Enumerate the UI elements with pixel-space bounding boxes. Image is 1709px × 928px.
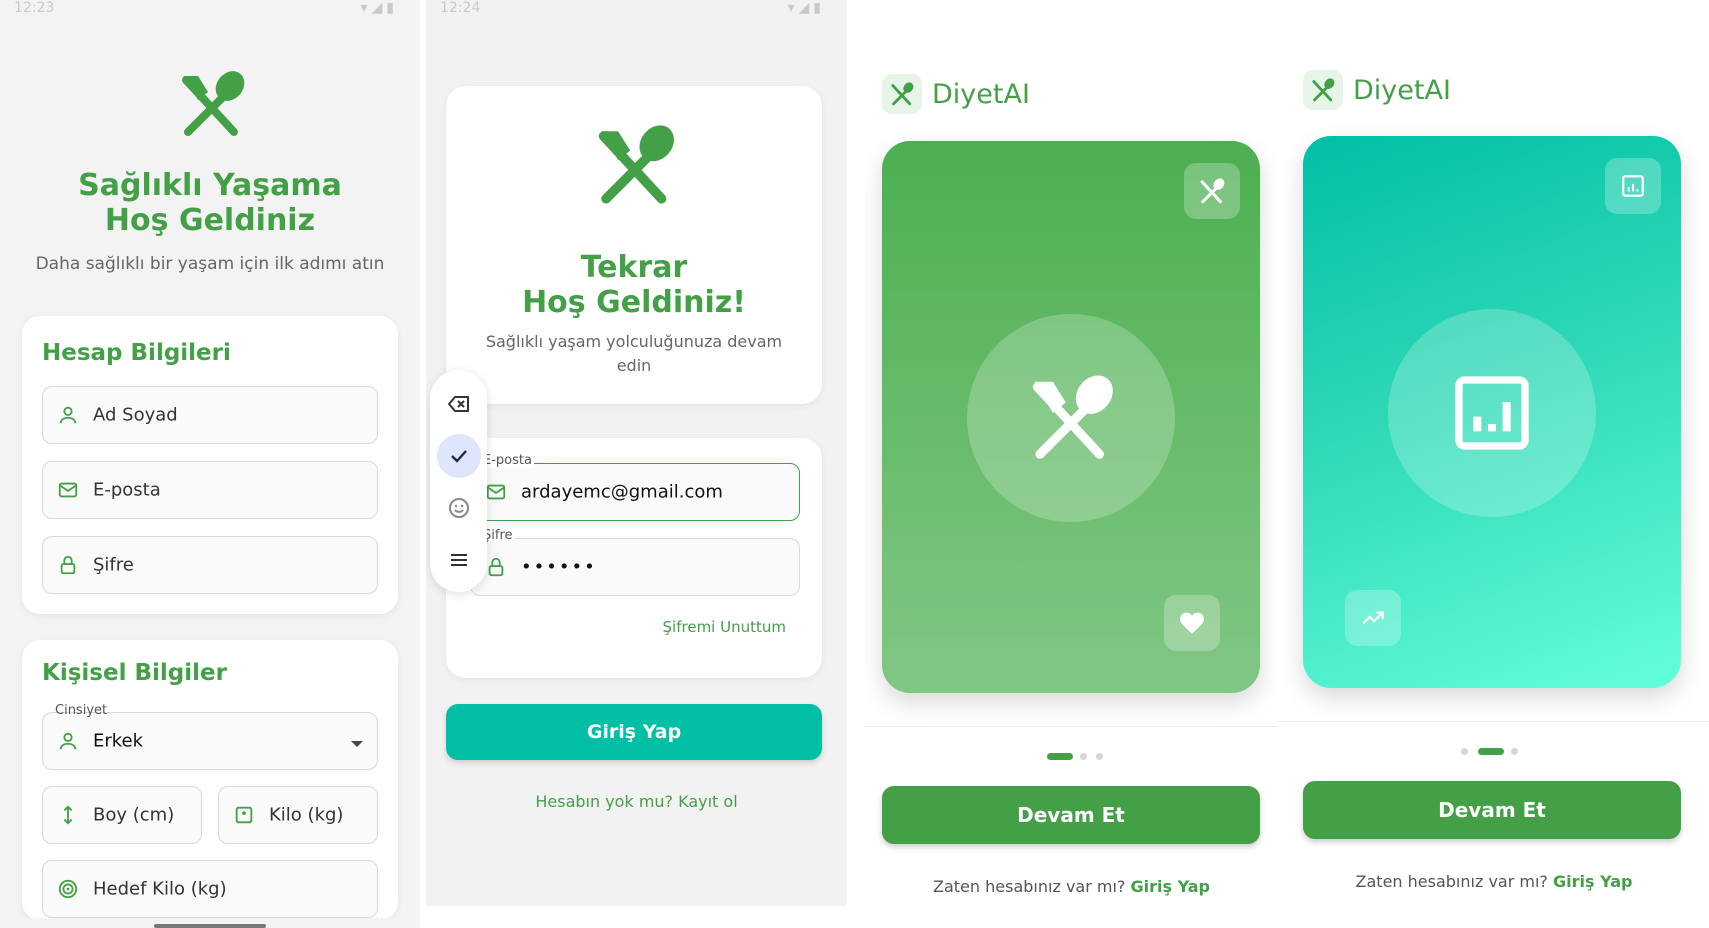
scale-icon: [235, 806, 253, 824]
target-weight-field-label: Hedef Kilo (kg): [93, 878, 227, 900]
brand-logo-badge: [882, 74, 922, 114]
status-bar: 12:24 ▾◢▮: [426, 0, 847, 20]
page-dot-2[interactable]: [1080, 753, 1087, 760]
onboarding-hero-card: [882, 141, 1260, 693]
status-icons: ▾◢▮: [360, 0, 398, 16]
continue-button[interactable]: Devam Et: [882, 786, 1260, 844]
chart-chip-icon: [1605, 158, 1661, 214]
trending-up-chip-icon: [1345, 590, 1401, 646]
personal-card-title: Kişisel Bilgiler: [42, 660, 227, 686]
onboarding-screen-1: DiyetAI Devam Et Zaten hesabınız var mı?…: [865, 0, 1278, 928]
page-indicator: [1047, 751, 1107, 761]
have-account-text: Zaten hesabınız var mı?: [1355, 872, 1548, 891]
register-link[interactable]: Hesabın yok mu? Kayıt ol: [426, 792, 847, 811]
login-screen: 12:24 ▾◢▮ Tekrar Hoş Geldiniz! Sağlıklı …: [426, 0, 847, 906]
person-icon: [59, 406, 77, 424]
forgot-password-link[interactable]: Şifremi Unuttum: [663, 618, 786, 636]
gender-select[interactable]: Cinsiyet Erkek: [42, 703, 378, 770]
mail-icon: [486, 484, 506, 500]
email-input[interactable]: E-posta ardayemc@gmail.com: [470, 453, 800, 521]
bar-chart-icon: [1455, 376, 1529, 450]
status-icons: ▾◢▮: [787, 0, 825, 16]
name-field-label: Ad Soyad: [93, 404, 178, 426]
login-subtitle-line1: Sağlıklı yaşam yolculuğunuza devam: [485, 332, 783, 351]
emoji-icon[interactable]: [437, 486, 481, 530]
height-arrows-icon: [63, 805, 73, 825]
lock-icon: [488, 557, 504, 577]
page-dot-2[interactable]: [1478, 748, 1504, 755]
section-divider: [1279, 721, 1709, 722]
register-screen: 12:23 ▾◢▮ Sağlıklı Yaşama Hoş Geldiniz D…: [0, 0, 420, 928]
person-icon: [59, 732, 77, 750]
check-icon[interactable]: [437, 434, 481, 478]
height-field-label: Boy (cm): [93, 804, 175, 826]
login-form-card: E-posta ardayemc@gmail.com Şifre •••••• …: [446, 438, 822, 678]
brand-logo-badge: [1303, 70, 1343, 110]
page-title-line1: Sağlıklı Yaşama: [78, 168, 342, 203]
fork-spoon-icon: [1312, 78, 1335, 102]
page-subtitle: Daha sağlıklı bir yaşam için ilk adımı a…: [35, 254, 385, 274]
gender-select-value: Erkek: [93, 730, 144, 752]
brand-name: DiyetAI: [1353, 75, 1451, 106]
fork-spoon-icon: [1032, 375, 1113, 459]
email-field-label: E-posta: [93, 479, 161, 501]
personal-info-card: Kişisel Bilgiler Cinsiyet Erkek Boy (cm)…: [22, 640, 398, 920]
page-dot-1[interactable]: [1461, 748, 1468, 755]
menu-icon[interactable]: [437, 538, 481, 582]
home-indicator[interactable]: [154, 924, 266, 928]
email-input-label: E-posta: [481, 453, 534, 468]
status-time: 12:24: [440, 0, 481, 16]
weight-field[interactable]: Kilo (kg): [218, 786, 378, 844]
chevron-down-icon: [351, 741, 363, 747]
password-input[interactable]: Şifre ••••••: [470, 528, 800, 596]
email-input-value: ardayemc@gmail.com: [521, 481, 723, 503]
fork-spoon-logo-icon: [598, 125, 674, 204]
weight-field-label: Kilo (kg): [269, 804, 344, 826]
brand-name: DiyetAI: [932, 79, 1030, 110]
have-account-row: Zaten hesabınız var mı? Giriş Yap: [1279, 872, 1709, 891]
login-title-line1: Tekrar: [580, 250, 688, 285]
target-icon: [58, 879, 78, 899]
gender-select-label: Cinsiyet: [55, 703, 108, 718]
login-title-line2: Hoş Geldiniz!: [522, 285, 746, 320]
name-field[interactable]: Ad Soyad: [42, 386, 378, 444]
heart-chip-icon: [1164, 595, 1220, 651]
email-field[interactable]: E-posta: [42, 461, 378, 519]
section-divider: [865, 726, 1278, 727]
page-title-line2: Hoş Geldiniz: [104, 203, 316, 238]
login-link[interactable]: Giriş Yap: [1553, 872, 1632, 891]
have-account-row: Zaten hesabınız var mı? Giriş Yap: [865, 877, 1278, 896]
onboarding-screen-2: DiyetAI Devam Et Zaten hesabınız var mı?…: [1279, 0, 1709, 928]
onboarding-hero-card: [1303, 136, 1681, 688]
continue-button[interactable]: Devam Et: [1303, 781, 1681, 839]
height-field[interactable]: Boy (cm): [42, 786, 202, 844]
target-weight-field[interactable]: Hedef Kilo (kg): [42, 860, 378, 918]
password-field-label: Şifre: [93, 554, 134, 576]
have-account-text: Zaten hesabınız var mı?: [933, 877, 1126, 896]
password-input-value: ••••••: [521, 556, 597, 578]
backspace-icon[interactable]: [437, 382, 481, 426]
account-info-card: Hesap Bilgileri Ad Soyad E-posta Şifre: [22, 316, 398, 614]
account-card-title: Hesap Bilgileri: [42, 340, 231, 366]
hero-circle: [1388, 309, 1596, 517]
mail-icon: [58, 482, 78, 498]
page-indicator: [1461, 746, 1521, 756]
lock-icon: [60, 555, 76, 575]
fork-spoon-chip-icon: [1184, 163, 1240, 219]
page-dot-3[interactable]: [1096, 753, 1103, 760]
fork-spoon-icon: [891, 82, 914, 106]
page-dot-3[interactable]: [1511, 748, 1518, 755]
password-field[interactable]: Şifre: [42, 536, 378, 594]
login-link[interactable]: Giriş Yap: [1131, 877, 1210, 896]
page-dot-1[interactable]: [1047, 753, 1073, 760]
fork-spoon-logo-icon: [182, 71, 245, 136]
login-subtitle-line2: edin: [616, 356, 652, 375]
hero-circle: [967, 314, 1175, 522]
welcome-card: Tekrar Hoş Geldiniz! Sağlıklı yaşam yolc…: [446, 86, 822, 404]
login-button[interactable]: Giriş Yap: [446, 704, 822, 760]
status-time: 12:23: [14, 0, 55, 16]
status-bar: 12:23 ▾◢▮: [0, 0, 420, 20]
keyboard-toolbar: [430, 370, 487, 592]
